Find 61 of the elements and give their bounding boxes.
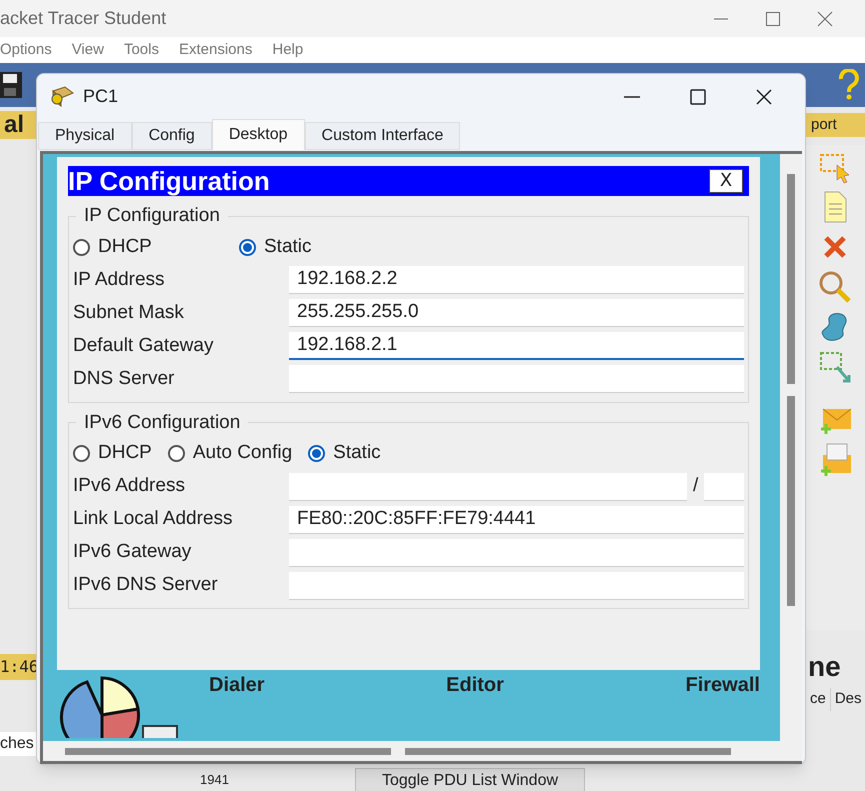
menu-item[interactable]: Options xyxy=(0,38,52,62)
pc-icon xyxy=(49,84,75,108)
radio-button[interactable] xyxy=(73,238,90,256)
field-label: Link Local Address xyxy=(73,507,234,532)
window-title: PC1 xyxy=(83,85,118,108)
menu-item[interactable]: Extensions xyxy=(178,38,252,62)
vertical-scrollbar[interactable] xyxy=(780,154,802,741)
radio-button[interactable] xyxy=(239,238,256,256)
resize-icon[interactable] xyxy=(817,349,853,385)
radio-option[interactable]: DHCP xyxy=(73,232,223,262)
tab[interactable]: Physical xyxy=(38,122,132,150)
field-label: IP Address xyxy=(73,268,166,292)
prefix-field[interactable] xyxy=(704,472,744,500)
radio-option[interactable]: Auto Config xyxy=(168,439,292,468)
field-label: Subnet Mask xyxy=(73,300,185,325)
tab[interactable]: Desktop xyxy=(212,119,305,150)
app-label[interactable]: Firewall xyxy=(686,670,760,700)
field-label: IPv6 DNS Server xyxy=(73,573,219,598)
input-field[interactable]: FE80::20C:85FF:FE79:4441 xyxy=(289,506,744,534)
radio-button[interactable] xyxy=(308,445,326,462)
menu-item[interactable]: View xyxy=(72,38,104,62)
input-field[interactable] xyxy=(289,472,687,500)
panel-tab[interactable]: port xyxy=(803,113,865,137)
field-label: IPv6 Address xyxy=(73,474,186,498)
help-icon[interactable] xyxy=(837,69,861,101)
group-legend: IP Configuration xyxy=(76,202,228,230)
input-field[interactable] xyxy=(289,365,744,393)
input-field[interactable]: 255.255.255.0 xyxy=(289,299,744,327)
window-title: acket Tracer Student xyxy=(0,7,166,30)
category-label: ches xyxy=(0,732,38,756)
tab[interactable]: Config xyxy=(132,122,212,150)
radio-option[interactable]: DHCP xyxy=(73,439,152,468)
menu-item[interactable]: Tools xyxy=(124,38,159,62)
close-icon[interactable] xyxy=(755,88,773,106)
toggle-pdu-button[interactable]: Toggle PDU List Window xyxy=(355,768,585,791)
input-field[interactable]: 192.168.2.2 xyxy=(289,266,744,294)
device-model: 1941 xyxy=(200,772,229,788)
app-label[interactable]: Dialer xyxy=(209,670,265,700)
search-icon[interactable] xyxy=(817,269,853,305)
radio-button[interactable] xyxy=(73,445,90,462)
input-field[interactable]: 192.168.2.1 xyxy=(289,332,744,360)
group-legend: IPv6 Configuration xyxy=(76,408,248,437)
radio-button[interactable] xyxy=(168,445,185,462)
column-header: Des xyxy=(830,688,865,710)
field-label: IPv6 Gateway xyxy=(73,540,192,564)
radio-option[interactable]: Static xyxy=(239,232,312,262)
save-icon[interactable] xyxy=(0,70,22,100)
field-label: DNS Server xyxy=(73,366,176,391)
field-label: Default Gateway xyxy=(73,334,214,358)
tab[interactable]: Custom Interface xyxy=(304,122,460,150)
horizontal-scrollbar[interactable] xyxy=(43,741,802,761)
input-field[interactable] xyxy=(289,572,744,600)
realtime-label: ne xyxy=(808,650,841,684)
close-button[interactable]: X xyxy=(709,169,743,193)
input-field[interactable] xyxy=(289,538,744,566)
menu-item[interactable]: Help xyxy=(272,38,304,62)
app-label[interactable]: Editor xyxy=(446,670,504,700)
panel-title: IP Configuration xyxy=(68,166,270,196)
prefix-separator: / xyxy=(692,474,700,498)
radio-option[interactable]: Static xyxy=(308,439,381,468)
maximize-icon[interactable] xyxy=(689,88,707,106)
